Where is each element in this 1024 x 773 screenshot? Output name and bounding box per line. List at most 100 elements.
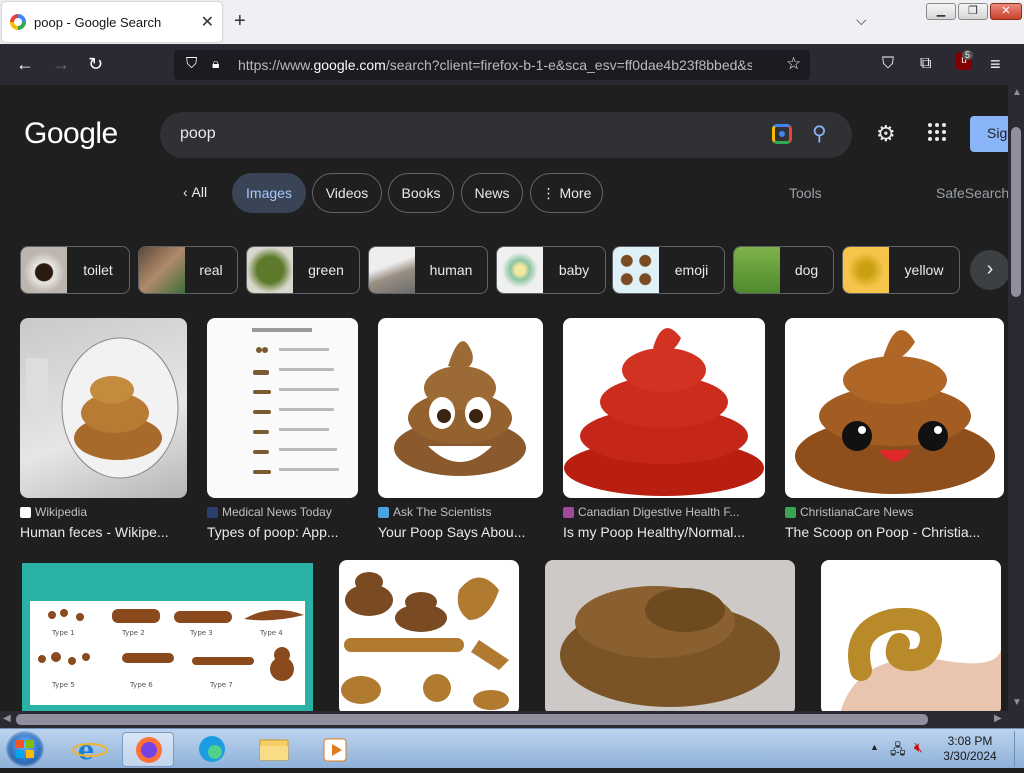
refine-thumbnail (497, 247, 543, 293)
source-favicon-icon (378, 506, 389, 518)
start-button[interactable] (6, 731, 44, 767)
result-source[interactable]: ChristianaCare News (800, 505, 913, 519)
refine-chip-yellow[interactable]: yellow (842, 246, 960, 294)
source-favicon-icon (207, 506, 218, 518)
search-icon[interactable]: ⚲ (812, 121, 827, 146)
media-player-icon[interactable] (310, 732, 362, 767)
google-lens-icon[interactable] (772, 124, 792, 144)
minimize-button[interactable]: ▁ (926, 3, 956, 20)
search-box[interactable]: poop ⚲ (160, 112, 852, 158)
chevron-right-icon[interactable]: › (970, 250, 1008, 290)
result-source[interactable]: Ask The Scientists (393, 505, 491, 519)
tab-books[interactable]: Books (388, 173, 454, 213)
scrollbar-thumb[interactable] (1011, 127, 1021, 297)
url-bar[interactable]: ⛉ 🔒︎ https://www.google.com/search?clien… (174, 50, 810, 80)
refine-chip-baby[interactable]: baby (496, 246, 606, 294)
result-title[interactable]: Is my Poop Healthy/Normal... (563, 524, 745, 540)
refine-thumbnail (139, 247, 185, 293)
result-title[interactable]: Types of poop: App... (207, 524, 339, 540)
poop-emoji-icon (394, 341, 526, 476)
google-images-page: Google poop ⚲ ⚙ Sign in ‹ All Images Vid… (0, 85, 1008, 711)
network-icon[interactable]: 🖧 (890, 739, 906, 763)
google-logo[interactable]: Google (24, 117, 118, 151)
result-image[interactable] (545, 560, 795, 711)
browser-tab[interactable]: poop - Google Search ✕ (2, 2, 222, 42)
result-image[interactable] (207, 318, 358, 498)
chart-label: Type 2 (121, 629, 145, 637)
list-all-tabs-icon[interactable]: ⌵ (856, 12, 867, 29)
tools-button[interactable]: Tools (789, 185, 822, 201)
volume-muted-icon[interactable]: 🔇︎ (914, 739, 923, 756)
result-image[interactable] (339, 560, 519, 711)
horizontal-scrollbar[interactable]: ◀ ▶ (0, 711, 1024, 728)
lock-icon[interactable]: 🔒︎ (212, 55, 219, 72)
system-clock[interactable]: 3:08 PM 3/30/2024 (930, 734, 1010, 764)
result-image[interactable] (20, 318, 187, 498)
forward-icon[interactable]: → (52, 54, 70, 74)
close-window-button[interactable]: ✕ (990, 3, 1022, 20)
scroll-right-icon[interactable]: ▶ (994, 713, 1002, 724)
reload-icon[interactable]: ↻ (88, 54, 103, 74)
scroll-down-icon[interactable]: ▼ (1012, 697, 1022, 708)
scroll-up-icon[interactable]: ▲ (1012, 87, 1022, 98)
show-hidden-icons[interactable]: ▲ (870, 742, 879, 752)
tab-videos[interactable]: Videos (312, 173, 382, 213)
search-input[interactable]: poop (180, 125, 216, 143)
result-image[interactable] (821, 560, 1001, 711)
scroll-left-icon[interactable]: ◀ (3, 713, 11, 724)
refine-chip-emoji[interactable]: emoji (612, 246, 725, 294)
chart-label: Type 3 (189, 629, 213, 637)
edge-icon[interactable] (186, 732, 238, 767)
result-source[interactable]: Medical News Today (222, 505, 332, 519)
windows-taskbar: e ▲ 🖧 🔇︎ 3:08 PM 3/30/2024 (0, 728, 1024, 768)
refine-chip-toilet[interactable]: toilet (20, 246, 130, 294)
result-source[interactable]: Canadian Digestive Health F... (578, 505, 739, 519)
tab-images[interactable]: Images (232, 173, 306, 213)
result-title[interactable]: Your Poop Says Abou... (378, 524, 525, 540)
result-source[interactable]: Wikipedia (35, 505, 87, 519)
back-icon[interactable]: ← (16, 54, 34, 74)
url-text[interactable]: https://www.google.com/search?client=fir… (238, 57, 752, 73)
close-tab-icon[interactable]: ✕ (201, 12, 214, 32)
result-image[interactable]: Type 1 Type 2 Type 3 Type 4 Type 5 Type … (22, 563, 313, 711)
internet-explorer-icon[interactable]: e (64, 732, 116, 767)
source-favicon-icon (785, 506, 796, 518)
google-apps-icon[interactable] (928, 123, 946, 141)
refine-chip-dog[interactable]: dog (733, 246, 834, 294)
source-favicon-icon (563, 506, 574, 518)
tab-title: poop - Google Search (34, 14, 162, 30)
result-image[interactable] (785, 318, 1004, 498)
refine-thumbnail (613, 247, 659, 293)
file-explorer-icon[interactable] (248, 732, 300, 767)
scrollbar-thumb[interactable] (16, 714, 928, 725)
tab-more[interactable]: ⋮ More (530, 173, 603, 213)
result-image[interactable] (563, 318, 765, 498)
tab-all[interactable]: ‹ All (164, 173, 226, 213)
show-desktop-button[interactable] (1014, 731, 1024, 767)
refine-chip-green[interactable]: green (246, 246, 360, 294)
tracking-protection-icon[interactable]: ⛉ (186, 55, 197, 72)
extensions-icon[interactable]: ⧉ (920, 54, 931, 74)
sign-in-button[interactable]: Sign in (970, 116, 1008, 152)
new-tab-button[interactable]: + (234, 10, 246, 33)
settings-gear-icon[interactable]: ⚙ (876, 121, 896, 147)
clock-time: 3:08 PM (947, 734, 993, 748)
vertical-scrollbar[interactable]: ▲ ▼ (1008, 85, 1024, 711)
refine-chip-human[interactable]: human (368, 246, 488, 294)
result-image[interactable] (378, 318, 543, 498)
refine-chip-real[interactable]: real (138, 246, 238, 294)
source-favicon-icon (20, 506, 31, 518)
maximize-button[interactable]: ❐ (958, 3, 988, 20)
refine-thumbnail (734, 247, 780, 293)
result-title[interactable]: The Scoop on Poop - Christia... (785, 524, 980, 540)
result-title[interactable]: Human feces - Wikipe... (20, 524, 169, 540)
safesearch-button[interactable]: SafeSearch (936, 185, 1008, 201)
tab-news[interactable]: News (461, 173, 523, 213)
refine-thumbnail (843, 247, 889, 293)
pocket-icon[interactable]: ⛉ (882, 54, 894, 74)
bookmark-star-icon[interactable]: ☆ (786, 54, 801, 74)
svg-text:e: e (78, 736, 95, 766)
menu-icon[interactable]: ≡ (990, 54, 1001, 74)
firefox-icon[interactable] (122, 732, 174, 767)
chart-label: Type 1 (51, 629, 75, 637)
